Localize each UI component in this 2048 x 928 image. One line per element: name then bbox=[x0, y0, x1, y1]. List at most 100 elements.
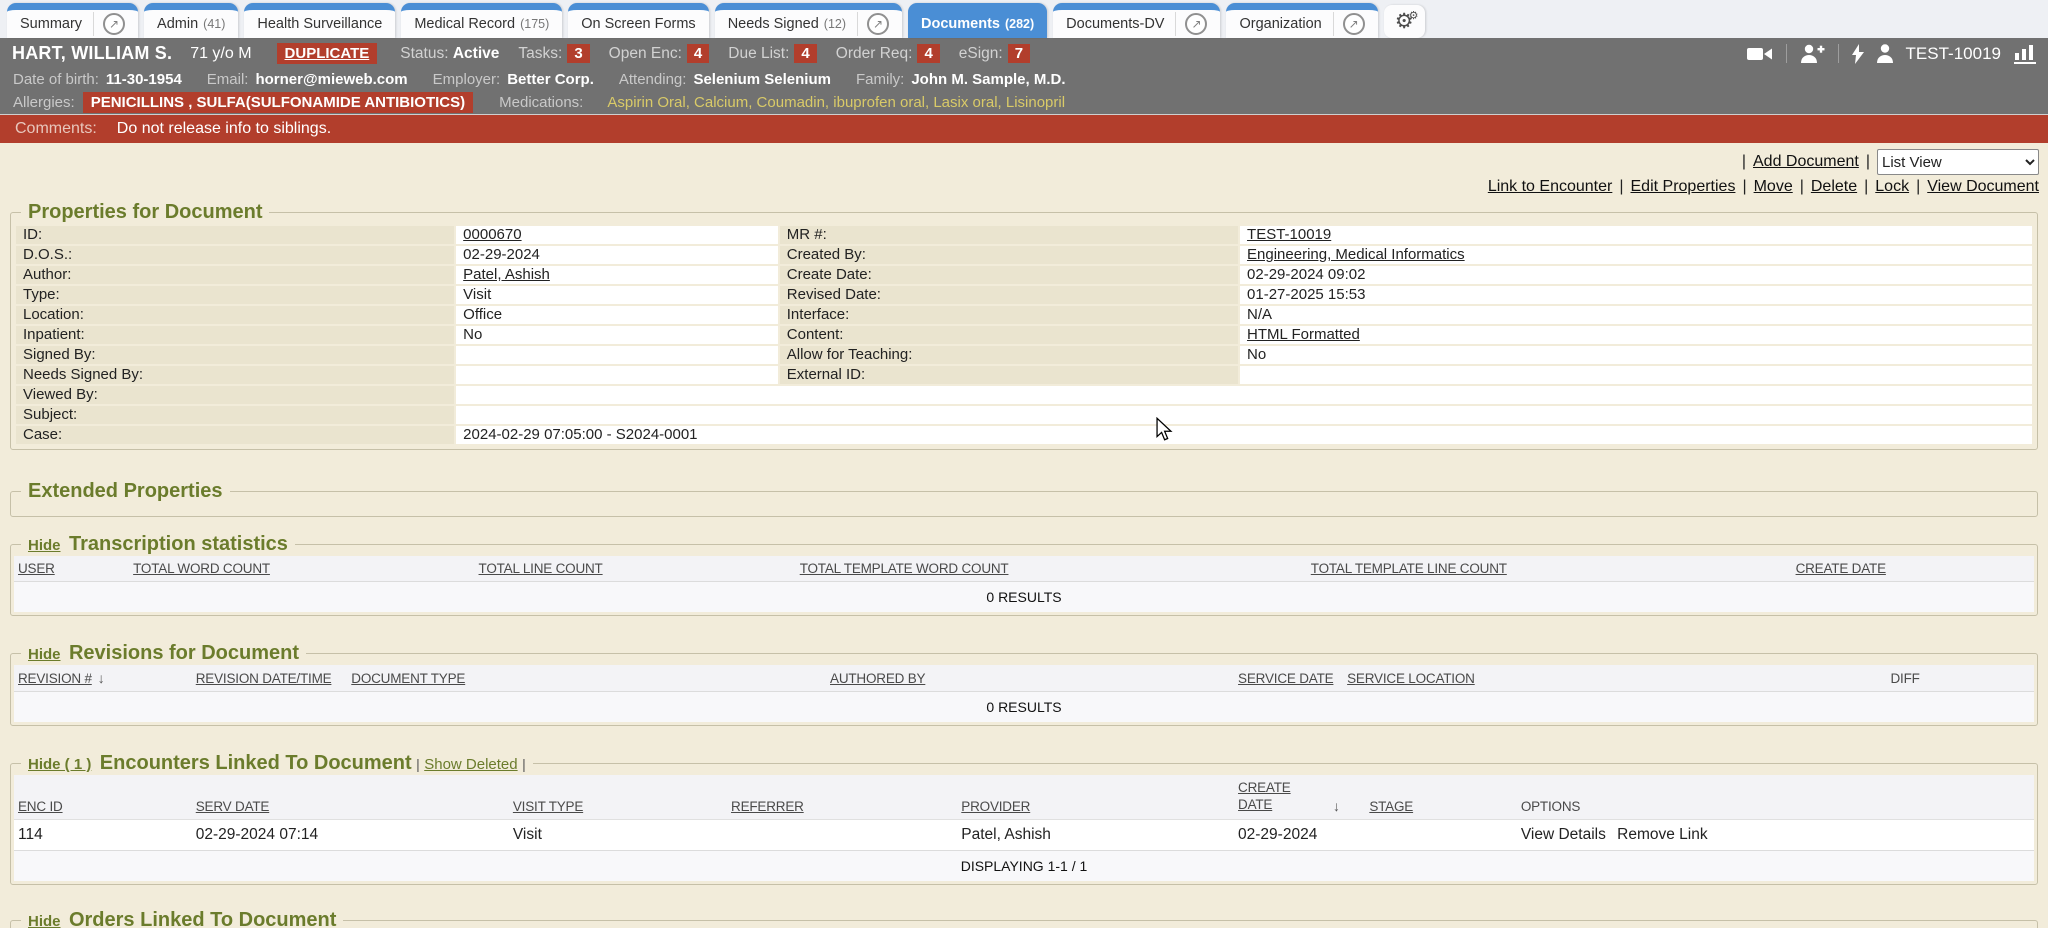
settings-gear-button[interactable] bbox=[1384, 5, 1425, 38]
column-header[interactable]: DOCUMENT TYPE bbox=[351, 671, 465, 686]
prop-value-link[interactable]: TEST-10019 bbox=[1240, 226, 2032, 244]
column-header[interactable]: CREATE DATE bbox=[1796, 561, 1886, 576]
prop-value-link[interactable]: Engineering, Medical Informatics bbox=[1240, 246, 2032, 264]
separator bbox=[1742, 153, 1746, 171]
open-new-window-icon[interactable] bbox=[103, 13, 125, 35]
open-enc-count-badge[interactable]: 4 bbox=[687, 44, 709, 63]
patient-person-icon[interactable] bbox=[1877, 44, 1893, 63]
table-row: D.O.S.: 02-29-2024 Created By: Engineeri… bbox=[16, 246, 2032, 264]
duplicate-badge[interactable]: DUPLICATE bbox=[277, 43, 378, 64]
quick-action-lightning-icon[interactable] bbox=[1852, 44, 1864, 64]
prop-value-link[interactable]: Patel, Ashish bbox=[456, 266, 778, 284]
results-count: 0 RESULTS bbox=[14, 582, 2034, 613]
prop-value-link[interactable]: HTML Formatted bbox=[1240, 326, 2032, 344]
video-call-icon[interactable] bbox=[1747, 45, 1773, 63]
column-header[interactable]: SERVICE DATE bbox=[1238, 671, 1333, 686]
add-user-icon[interactable] bbox=[1800, 44, 1825, 63]
add-document-link[interactable]: Add Document bbox=[1753, 153, 1859, 171]
edit-properties-link[interactable]: Edit Properties bbox=[1631, 178, 1736, 196]
column-header[interactable]: PROVIDER bbox=[961, 799, 1030, 814]
order-req-count-badge[interactable]: 4 bbox=[917, 44, 939, 63]
prop-label: ID: bbox=[16, 226, 454, 244]
tab-health-surveillance[interactable]: Health Surveillance bbox=[244, 3, 395, 38]
encounter-row[interactable]: 114 02-29-2024 07:14 Visit Patel, Ashish… bbox=[14, 819, 2034, 850]
medications-links[interactable]: Aspirin Oral, Calcium, Coumadin, ibuprof… bbox=[607, 94, 1065, 111]
allergy-alert-badge[interactable]: PENICILLINS , SULFA(SULFONAMIDE ANTIBIOT… bbox=[83, 92, 473, 113]
column-header[interactable]: ENC ID bbox=[18, 799, 63, 814]
pagination-row: DISPLAYING 1-1 / 1 bbox=[14, 850, 2034, 881]
hide-toggle-link[interactable]: Hide ( 1 ) bbox=[28, 756, 91, 773]
prop-value bbox=[456, 406, 2032, 424]
hide-toggle-link[interactable]: Hide bbox=[28, 646, 61, 663]
flowsheet-chart-icon[interactable] bbox=[2014, 44, 2036, 64]
view-document-link[interactable]: View Document bbox=[1927, 178, 2039, 196]
status-label: Status: bbox=[400, 45, 448, 63]
email-label: Email: bbox=[207, 71, 249, 88]
column-header[interactable]: REFERRER bbox=[731, 799, 804, 814]
column-header[interactable]: REVISION DATE/TIME bbox=[196, 671, 332, 686]
tab-summary[interactable]: Summary bbox=[7, 3, 138, 38]
column-header[interactable]: VISIT TYPE bbox=[513, 799, 583, 814]
tab-on-screen-forms[interactable]: On Screen Forms bbox=[568, 3, 708, 38]
serv-date-cell: 02-29-2024 07:14 bbox=[192, 819, 509, 850]
comments-bar: Comments: Do not release info to sibling… bbox=[0, 114, 2048, 143]
view-details-link[interactable]: View Details bbox=[1521, 826, 1606, 843]
table-row: Case: 2024-02-29 07:05:00 - S2024-0001 bbox=[16, 426, 2032, 444]
order-req-label: Order Req: bbox=[836, 45, 913, 63]
link-to-encounter-link[interactable]: Link to Encounter bbox=[1488, 178, 1613, 196]
tab-medical-record[interactable]: Medical Record (175) bbox=[401, 3, 562, 38]
hide-toggle-link[interactable]: Hide bbox=[28, 913, 61, 928]
lock-link[interactable]: Lock bbox=[1875, 178, 1909, 196]
column-header[interactable]: SERV DATE bbox=[196, 799, 269, 814]
tab-admin[interactable]: Admin (41) bbox=[144, 3, 238, 38]
tab-label: Summary bbox=[20, 16, 82, 32]
column-header[interactable]: TOTAL TEMPLATE LINE COUNT bbox=[1311, 561, 1507, 576]
tab-documents-dv[interactable]: Documents-DV bbox=[1053, 3, 1220, 38]
separator: | bbox=[522, 756, 526, 772]
column-header[interactable]: AUTHORED BY bbox=[830, 671, 925, 686]
stage-cell bbox=[1365, 819, 1517, 850]
sort-descending-icon[interactable] bbox=[98, 670, 105, 686]
column-header: DIFF bbox=[1891, 671, 1920, 686]
status-group: Status: Active bbox=[400, 45, 499, 63]
order-req-group: Order Req: 4 bbox=[836, 44, 940, 63]
column-header[interactable]: DATE bbox=[1238, 797, 1325, 814]
tab-divider bbox=[857, 12, 858, 36]
family-label: Family: bbox=[856, 71, 904, 88]
open-new-window-icon[interactable] bbox=[1343, 13, 1365, 35]
email-value[interactable]: horner@mieweb.com bbox=[255, 71, 407, 88]
esign-count-badge[interactable]: 7 bbox=[1008, 44, 1030, 63]
open-new-window-icon[interactable] bbox=[1185, 13, 1207, 35]
hide-toggle-link[interactable]: Hide bbox=[28, 537, 61, 554]
view-mode-select[interactable]: List View bbox=[1877, 149, 2039, 175]
table-header-row: ENC ID SERV DATE VISIT TYPE REFERRER PRO… bbox=[14, 775, 2034, 819]
esign-label: eSign: bbox=[959, 45, 1003, 63]
move-link[interactable]: Move bbox=[1754, 178, 1793, 196]
column-header[interactable]: TOTAL WORD COUNT bbox=[133, 561, 270, 576]
prop-label: Case: bbox=[16, 426, 454, 444]
column-header[interactable]: USER bbox=[18, 561, 55, 576]
remove-link-link[interactable]: Remove Link bbox=[1617, 826, 1707, 843]
due-list-count-badge[interactable]: 4 bbox=[794, 44, 816, 63]
separator bbox=[1864, 178, 1868, 196]
enc-id-cell: 114 bbox=[14, 819, 192, 850]
column-header[interactable]: STAGE bbox=[1369, 799, 1413, 814]
column-header[interactable]: TOTAL LINE COUNT bbox=[479, 561, 603, 576]
prop-value-link[interactable]: 0000670 bbox=[456, 226, 778, 244]
show-deleted-link[interactable]: Show Deleted bbox=[424, 756, 517, 773]
tab-documents-active[interactable]: Documents (282) bbox=[908, 3, 1047, 38]
open-enc-label: Open Enc: bbox=[609, 45, 682, 63]
column-header[interactable]: REVISION # bbox=[18, 671, 92, 686]
prop-value: 2024-02-29 07:05:00 - S2024-0001 bbox=[456, 426, 2032, 444]
chart-id: TEST-10019 bbox=[1906, 44, 2001, 64]
column-header[interactable]: TOTAL TEMPLATE WORD COUNT bbox=[800, 561, 1009, 576]
tab-organization[interactable]: Organization bbox=[1226, 3, 1377, 38]
tab-needs-signed[interactable]: Needs Signed (12) bbox=[715, 3, 902, 38]
tasks-count-badge[interactable]: 3 bbox=[567, 44, 589, 63]
delete-link[interactable]: Delete bbox=[1811, 178, 1857, 196]
open-new-window-icon[interactable] bbox=[867, 13, 889, 35]
sort-descending-icon[interactable] bbox=[1333, 798, 1340, 814]
column-header[interactable]: CREATE bbox=[1238, 780, 1325, 797]
table-row: Inpatient: No Content: HTML Formatted bbox=[16, 326, 2032, 344]
column-header[interactable]: SERVICE LOCATION bbox=[1347, 671, 1475, 686]
